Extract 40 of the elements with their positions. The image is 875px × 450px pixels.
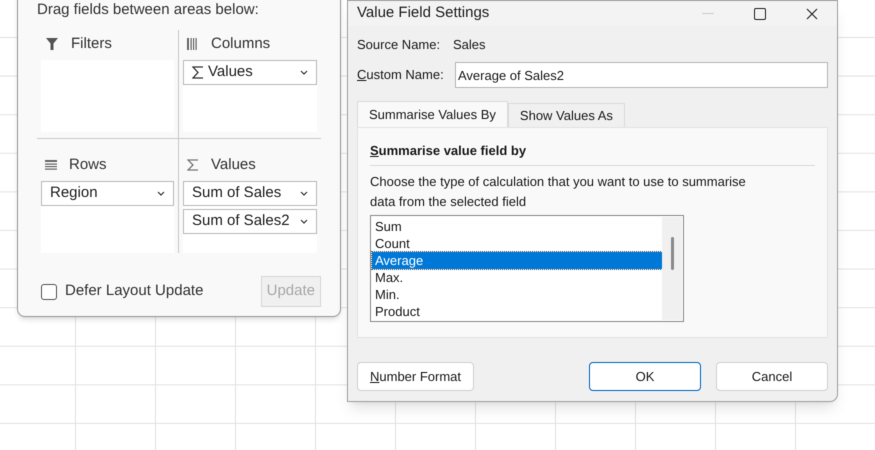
checkbox[interactable]: [41, 284, 57, 300]
field-dropdown[interactable]: Values: [183, 60, 317, 85]
field-dropdown[interactable]: Sum of Sales: [183, 181, 317, 206]
rows-icon: [45, 160, 57, 170]
description-text: Choose the type of calculation that you want to use to summarise data from the selected field: [370, 172, 747, 210]
tab[interactable]: Show Values As: [508, 103, 625, 127]
checkbox-label: Defer Layout Update: [65, 281, 204, 302]
list-item[interactable]: Count: [372, 234, 662, 252]
dialog-button[interactable]: OK: [589, 362, 701, 391]
area-label: Columns: [211, 34, 270, 54]
chevron-down-icon: [300, 219, 308, 224]
field-dropdown[interactable]: Sum of Sales2: [183, 209, 317, 234]
window-title: Value Field Settings: [357, 3, 490, 24]
list-item[interactable]: Product: [372, 302, 662, 320]
close-icon[interactable]: [806, 8, 818, 20]
list-item[interactable]: Min.: [372, 286, 662, 302]
custom-name-field[interactable]: Average of Sales2: [455, 62, 828, 88]
custom-name-label: Custom Name:: [357, 66, 445, 84]
area-label: Filters: [71, 34, 112, 54]
area-label: Rows: [69, 154, 107, 175]
chevron-down-icon: [300, 191, 308, 196]
sigma-icon: [192, 66, 204, 79]
instruction-text: Drag fields between areas below:: [37, 1, 260, 19]
dialog-button[interactable]: Cancel: [716, 362, 828, 391]
source-name-value: Sales: [453, 36, 486, 54]
field-dropdown[interactable]: Region: [41, 181, 174, 206]
area-label: Values: [211, 154, 256, 175]
dialog-button[interactable]: Number Format: [357, 362, 474, 391]
list-item[interactable]: Average: [372, 252, 662, 268]
tab[interactable]: Summarise Values By: [357, 101, 508, 127]
filter-icon: [45, 37, 59, 51]
chevron-down-icon: [157, 191, 165, 196]
chevron-down-icon: [300, 70, 308, 75]
section-heading: Summarise value field by: [370, 141, 815, 166]
source-name-label: Source Name:: [357, 36, 442, 54]
sigma-icon: [187, 159, 199, 171]
list-item[interactable]: Sum: [372, 218, 662, 234]
columns-icon: [187, 38, 199, 50]
maximize-icon[interactable]: [754, 8, 766, 20]
list-item[interactable]: Max.: [372, 268, 662, 286]
